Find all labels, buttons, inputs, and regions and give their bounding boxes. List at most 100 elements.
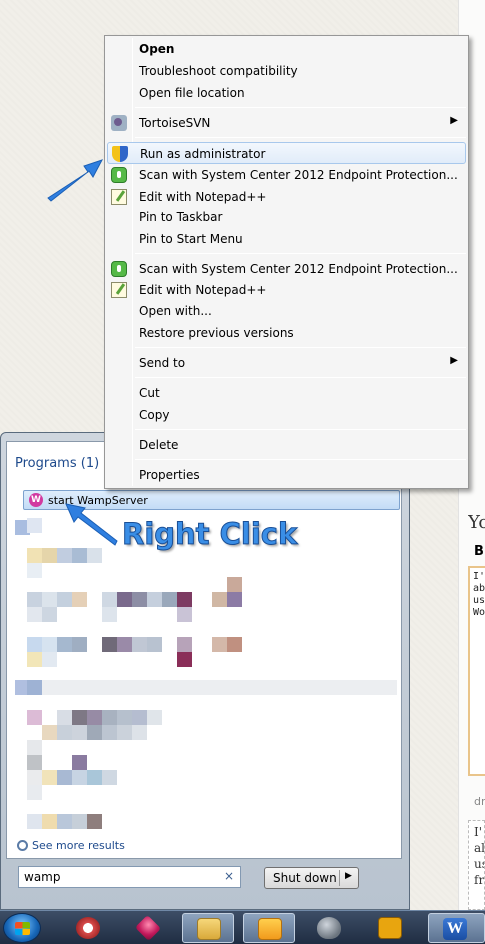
programs-heading[interactable]: Programs (1) — [15, 456, 99, 471]
ruby-gem-icon — [134, 914, 162, 942]
menu-item-label: Scan with System Center 2012 Endpoint Pr… — [139, 262, 458, 276]
menu-item-cut[interactable]: Cut — [107, 382, 466, 404]
taskbar-snipping-tool[interactable] — [62, 913, 114, 943]
start-search-box[interactable]: × — [18, 866, 241, 888]
taskbar-outlook[interactable] — [243, 913, 295, 943]
shutdown-button[interactable]: Shut down ▶ — [264, 867, 359, 889]
tortoisesvn-icon — [111, 115, 127, 131]
code-line: I' — [473, 571, 485, 582]
right-click-annotation: Right Click — [121, 517, 298, 552]
menu-item-run-as-administrator[interactable]: Run as administrator — [107, 142, 466, 164]
start-menu-results-pane: Programs (1) W start WampServer See more… — [6, 441, 402, 859]
search-icon — [17, 840, 28, 851]
text-line: us — [474, 857, 484, 871]
submenu-arrow-icon: ▶ — [450, 355, 458, 366]
context-menu: Open Troubleshoot compatibility Open fil… — [104, 35, 469, 489]
clear-search-icon[interactable]: × — [224, 869, 234, 883]
code-line: ab — [473, 583, 485, 594]
evernote-icon — [317, 917, 341, 939]
menu-item-scan-scep-2[interactable]: Scan with System Center 2012 Endpoint Pr… — [107, 258, 466, 280]
right-page-code-box[interactable]: I' ab us Wo — [468, 566, 485, 776]
word-icon: W — [443, 918, 467, 940]
text-line: al — [474, 841, 485, 855]
menu-item-edit-notepadpp[interactable]: Edit with Notepad++ — [107, 186, 466, 208]
taskbar-ruby-gem[interactable] — [122, 913, 174, 943]
right-page-text-box: I' al us fr — [468, 820, 485, 910]
text-line: I' — [474, 825, 483, 839]
menu-item-open-file-location[interactable]: Open file location — [107, 82, 466, 104]
menu-separator — [135, 377, 466, 378]
menu-item-pin-to-taskbar[interactable]: Pin to Taskbar — [107, 206, 466, 228]
scep-icon — [111, 261, 127, 277]
menu-item-label: Run as administrator — [140, 147, 266, 161]
menu-item-open-with[interactable]: Open with... — [107, 300, 466, 322]
windows-logo-icon — [15, 922, 30, 935]
menu-item-label: Restore previous versions — [139, 326, 294, 340]
menu-item-label: Delete — [139, 438, 179, 452]
menu-separator — [135, 137, 466, 138]
menu-separator — [135, 347, 466, 348]
menu-item-label: Edit with Notepad++ — [139, 283, 267, 297]
start-button[interactable] — [3, 913, 41, 943]
menu-item-label: Send to — [139, 356, 186, 370]
menu-separator — [135, 253, 466, 254]
pixelated-results — [15, 518, 400, 830]
menu-item-label: Pin to Start Menu — [139, 232, 243, 246]
scep-icon — [111, 167, 127, 183]
taskbar-word[interactable]: W — [428, 913, 485, 943]
taskbar: W — [0, 910, 485, 944]
notepadpp-icon — [111, 189, 127, 205]
explorer-icon — [197, 918, 221, 940]
right-page-sub-label: dr — [474, 795, 485, 808]
menu-item-label: Open with... — [139, 304, 212, 318]
shutdown-label: Shut down — [273, 871, 337, 885]
filezilla-icon — [378, 917, 402, 939]
shutdown-options-arrow-icon[interactable]: ▶ — [345, 871, 352, 881]
menu-item-label: Copy — [139, 408, 170, 422]
result-label: start WampServer — [48, 494, 148, 507]
right-page-bold-label: B — [474, 544, 484, 559]
menu-item-label: Scan with System Center 2012 Endpoint Pr… — [139, 168, 458, 182]
shutdown-divider — [339, 870, 340, 886]
menu-item-label: Open — [139, 42, 175, 56]
search-input[interactable] — [19, 867, 209, 887]
see-more-results-link[interactable]: See more results — [17, 839, 125, 852]
text-line: fr — [474, 873, 485, 887]
snipping-tool-icon — [76, 917, 100, 939]
menu-separator — [135, 459, 466, 460]
menu-item-label: Troubleshoot compatibility — [139, 64, 298, 78]
menu-item-label: Open file location — [139, 86, 245, 100]
see-more-label: See more results — [32, 839, 125, 852]
taskbar-filezilla[interactable] — [364, 913, 416, 943]
outlook-icon — [258, 918, 282, 940]
menu-item-restore-previous-versions[interactable]: Restore previous versions — [107, 322, 466, 344]
menu-item-label: Properties — [139, 468, 200, 482]
menu-item-delete[interactable]: Delete — [107, 434, 466, 456]
menu-item-label: TortoiseSVN — [139, 116, 211, 130]
menu-item-label: Pin to Taskbar — [139, 210, 223, 224]
start-wampserver-result[interactable]: W start WampServer — [23, 490, 400, 510]
uac-shield-icon — [112, 146, 128, 162]
menu-item-edit-notepadpp-2[interactable]: Edit with Notepad++ — [107, 279, 466, 301]
menu-item-scan-scep[interactable]: Scan with System Center 2012 Endpoint Pr… — [107, 164, 466, 186]
menu-item-label: Cut — [139, 386, 160, 400]
menu-item-open[interactable]: Open — [107, 38, 466, 60]
menu-item-copy[interactable]: Copy — [107, 404, 466, 426]
menu-item-pin-to-start-menu[interactable]: Pin to Start Menu — [107, 228, 466, 250]
code-line: Wo — [473, 607, 485, 618]
right-page-title: Yo — [468, 512, 485, 533]
menu-separator — [135, 429, 466, 430]
menu-item-label: Edit with Notepad++ — [139, 190, 267, 204]
taskbar-evernote[interactable] — [303, 913, 355, 943]
menu-item-troubleshoot-compatibility[interactable]: Troubleshoot compatibility — [107, 60, 466, 82]
submenu-arrow-icon: ▶ — [450, 115, 458, 126]
taskbar-explorer[interactable] — [182, 913, 234, 943]
menu-item-tortoisesvn[interactable]: TortoiseSVN ▶ — [107, 112, 466, 134]
menu-separator — [135, 107, 466, 108]
notepadpp-icon — [111, 282, 127, 298]
start-menu: Programs (1) W start WampServer See more… — [0, 432, 410, 910]
menu-item-send-to[interactable]: Send to ▶ — [107, 352, 466, 374]
wampserver-icon: W — [29, 493, 43, 507]
menu-item-properties[interactable]: Properties — [107, 464, 466, 486]
code-line: us — [473, 595, 485, 606]
